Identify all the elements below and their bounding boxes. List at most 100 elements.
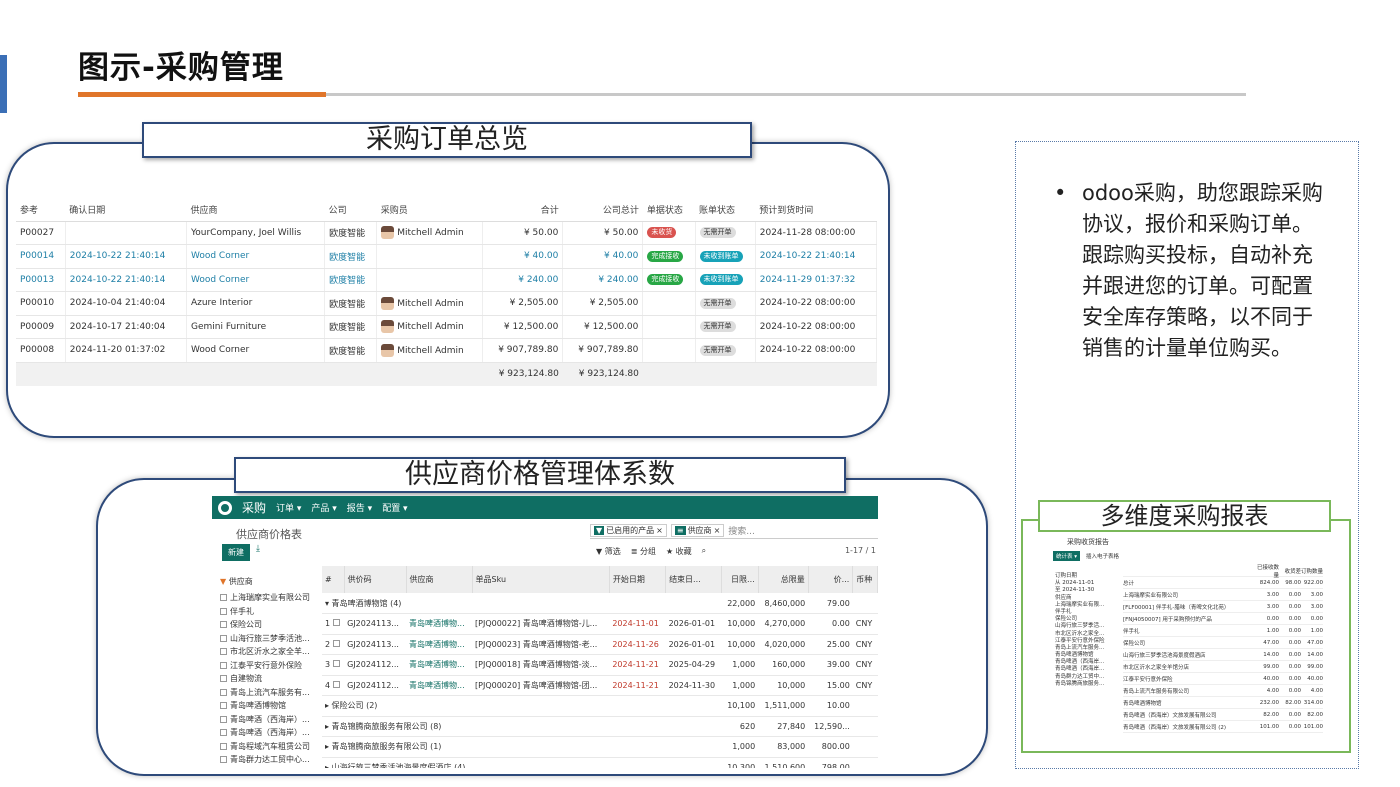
pivot-row[interactable]: [FNJ4050007] 用于采购预付的产品 0.00 0.00 0.00 <box>1123 613 1323 625</box>
pivot-row[interactable]: 上海瑞摩实业有限公司 3.00 0.00 3.00 <box>1123 589 1323 601</box>
search-bar[interactable]: ▼ 已启用的产品 × ≡ 供应商 × 搜索... <box>590 523 878 539</box>
search-panel-item[interactable]: 伴手礼 <box>220 605 320 619</box>
list-column-header[interactable]: 供应商 <box>406 566 473 593</box>
search-panel-item[interactable]: 青岛啤酒博物馆 <box>220 699 320 713</box>
group-button[interactable]: ≣ 分组 <box>631 546 656 557</box>
checkbox[interactable] <box>220 688 227 696</box>
pivot-row[interactable]: 江泰平安行意外保险 40.00 0.00 40.00 <box>1123 673 1323 685</box>
report-side-item[interactable]: 青岛上流汽车服务... <box>1055 643 1117 650</box>
col-total[interactable]: 合计 <box>482 199 563 222</box>
report-side-item[interactable]: 上海瑞摩实业有限... <box>1055 600 1117 607</box>
col-vendor[interactable]: 供应商 <box>186 199 325 222</box>
report-side-item[interactable]: 从 2024-11-01 <box>1055 578 1117 585</box>
pivot-row[interactable]: 总计 824.00 98.00 922.00 <box>1123 577 1323 589</box>
checkbox[interactable] <box>332 680 340 688</box>
report-side-item[interactable]: 江泰平安行意外保险 <box>1055 636 1117 643</box>
search-panel-item[interactable]: 青岛啤酒（西海岸）... <box>220 726 320 740</box>
filter-button[interactable]: ▼ 筛选 <box>596 546 621 557</box>
stats-button[interactable]: 统计表 ▾ <box>1053 551 1081 561</box>
list-column-header[interactable]: 开始日期 <box>609 566 667 593</box>
menu-products[interactable]: 产品 ▾ <box>311 501 336 514</box>
report-side-item[interactable]: 市北区沂水之家全... <box>1055 629 1117 636</box>
checkbox[interactable] <box>220 675 227 683</box>
report-side-item[interactable]: 伴手礼 <box>1055 607 1117 614</box>
report-side-item[interactable]: 保险公司 <box>1055 614 1117 621</box>
col-eta[interactable]: 预计到货时间 <box>755 199 877 222</box>
col-state[interactable]: 单据状态 <box>642 199 696 222</box>
list-item[interactable]: 4 GJ2024112... 青岛啤酒博物... [PJQ00020] 青岛啤酒… <box>322 675 878 696</box>
list-item[interactable]: 3 GJ2024112... 青岛啤酒博物... [PJQ00018] 青岛啤酒… <box>322 654 878 676</box>
col-bill[interactable]: 账单状态 <box>695 199 756 222</box>
list-column-header[interactable]: 供价码 <box>344 566 407 593</box>
col-company-total[interactable]: 公司总计 <box>562 199 643 222</box>
download-icon[interactable]: ⤓ <box>256 544 260 554</box>
table-row[interactable]: P00008 2024-11-20 01:37:02 Wood Corner 欧… <box>16 338 878 363</box>
facet-vendor[interactable]: ≡ 供应商 × <box>670 524 725 537</box>
menu-reports[interactable]: 报告 ▾ <box>347 501 372 514</box>
list-item[interactable]: 1 GJ2024113... 青岛啤酒博物... [PJQ00022] 青岛啤酒… <box>322 613 878 635</box>
menu-orders[interactable]: 订单 ▾ <box>276 501 301 514</box>
checkbox[interactable] <box>332 660 340 668</box>
checkbox[interactable] <box>332 639 340 647</box>
search-panel-item[interactable]: 市北区沂水之家全羊... <box>220 645 320 659</box>
report-side-item[interactable]: 山海行旅三梦季活... <box>1055 621 1117 628</box>
search-panel-item[interactable]: 上海瑞摩实业有限公司 <box>220 591 320 605</box>
col-ref[interactable]: 参考 <box>16 199 66 222</box>
report-side-item[interactable]: 青岛啤酒（西海岸... <box>1055 657 1117 664</box>
search-panel-item[interactable]: 青岛啤酒（西海岸）... <box>220 713 320 727</box>
pivot-row[interactable]: 伴手礼 1.00 0.00 1.00 <box>1123 625 1323 637</box>
search-panel-item[interactable]: 青岛群力达工贸中心... <box>220 753 320 767</box>
pivot-row[interactable]: 青岛啤酒（西海岸）文旅发展有限公司 (2) 101.00 0.00 101.00 <box>1123 721 1323 733</box>
search-panel-item[interactable]: 江泰平安行意外保险 <box>220 659 320 673</box>
group-row[interactable]: ▸ 青岛锦腾商旅服务有限公司 (8) 620 27,840 12,590... <box>322 716 878 737</box>
report-side-item[interactable]: 至 2024-11-30 <box>1055 585 1117 592</box>
menu-config[interactable]: 配置 ▾ <box>382 501 407 514</box>
col-company[interactable]: 公司 <box>324 199 377 222</box>
facet-active-products[interactable]: ▼ 已启用的产品 × <box>590 524 667 537</box>
checkbox[interactable] <box>220 715 227 723</box>
group-row[interactable]: ▸ 青岛锦腾商旅服务有限公司 (1) 1,000 83,000 800.00 <box>322 736 878 758</box>
col-buyer[interactable]: 采购员 <box>376 199 483 222</box>
search-input[interactable]: 搜索... <box>728 524 755 537</box>
app-name[interactable]: 采购 <box>242 499 266 516</box>
checkbox[interactable] <box>220 661 227 669</box>
checkbox[interactable] <box>220 702 227 710</box>
list-column-header[interactable]: 单品Sku <box>472 566 610 593</box>
list-column-header[interactable]: 日限... <box>721 566 759 593</box>
new-button[interactable]: 新建 <box>222 544 250 561</box>
insert-spreadsheet-button[interactable]: 插入电子表格 <box>1086 552 1119 560</box>
checkbox[interactable] <box>220 742 227 750</box>
group-row[interactable]: ▸ 保险公司 (2) 10,100 1,511,000 10.00 <box>322 695 878 717</box>
checkbox[interactable] <box>332 619 340 627</box>
report-side-item[interactable]: 订购日期 <box>1055 571 1117 578</box>
checkbox[interactable] <box>220 607 227 615</box>
table-row[interactable]: P00027 YourCompany, Joel Willis 欧度智能 Mit… <box>16 221 878 245</box>
search-icon[interactable]: ⌕ <box>702 546 706 557</box>
pivot-row[interactable]: 市北区沂水之家全羊馆分店 99.00 0.00 99.00 <box>1123 661 1323 673</box>
table-row[interactable]: P00010 2024-10-04 21:40:04 Azure Interio… <box>16 291 878 316</box>
checkbox[interactable] <box>220 756 227 764</box>
odoo-logo-icon[interactable] <box>218 500 232 515</box>
list-column-header[interactable]: 结束日... <box>665 566 723 593</box>
checkbox[interactable] <box>220 648 227 656</box>
pivot-row[interactable]: 山海行旅三梦季活池海景度假酒店 14.00 0.00 14.00 <box>1123 649 1323 661</box>
checkbox[interactable] <box>220 621 227 629</box>
pager[interactable]: 1-17 / 1 <box>845 546 876 555</box>
checkbox[interactable] <box>220 634 227 642</box>
group-row[interactable]: ▸ 山海行旅三梦季活池海景度假酒店 (4) 10,300 1,510,600 7… <box>322 757 878 768</box>
col-date[interactable]: 确认日期 <box>65 199 187 222</box>
pivot-row[interactable]: 青岛啤酒博物馆 232.00 82.00 314.00 <box>1123 697 1323 709</box>
list-column-header[interactable]: # <box>322 566 345 593</box>
search-panel-item[interactable]: 青岛程域汽车租赁公司 <box>220 740 320 754</box>
pivot-row[interactable]: 青岛啤酒（西海岸）文旅发展有限公司 82.00 0.00 82.00 <box>1123 709 1323 721</box>
report-side-item[interactable]: 青岛锦腾商旅服务... <box>1055 679 1117 686</box>
search-panel-item[interactable]: 山海行旅三梦季活池... <box>220 632 320 646</box>
list-item[interactable]: 2 GJ2024113... 青岛啤酒博物... [PJQ00023] 青岛啤酒… <box>322 634 878 655</box>
checkbox[interactable] <box>220 729 227 737</box>
search-panel-item[interactable]: 保险公司 <box>220 618 320 632</box>
pivot-row[interactable]: [FLF00001] 伴手礼-腊味（青啤文化北苑） 3.00 0.00 3.00 <box>1123 601 1323 613</box>
table-row[interactable]: P00013 2024-10-22 21:40:14 Wood Corner 欧… <box>16 268 878 292</box>
report-side-item[interactable]: 供应商 <box>1055 593 1117 600</box>
pivot-row[interactable]: 青岛上流汽车服务有限公司 4.00 0.00 4.00 <box>1123 685 1323 697</box>
list-column-header[interactable]: 币种 <box>852 566 878 593</box>
